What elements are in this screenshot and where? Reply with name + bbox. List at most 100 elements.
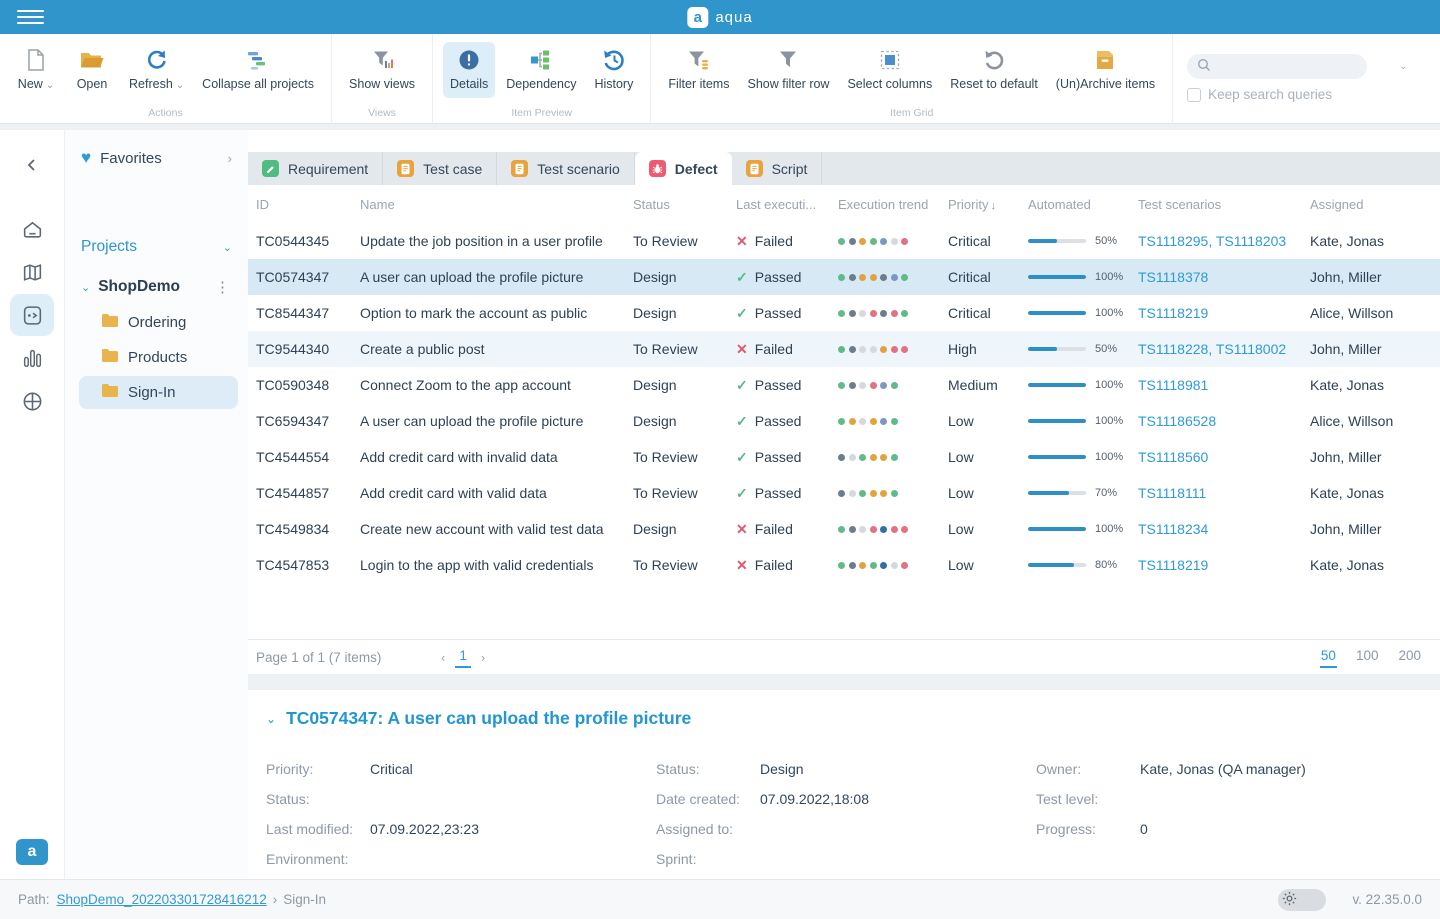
cell-automated: 50%	[1028, 235, 1138, 247]
column-header-id[interactable]: ID	[256, 197, 360, 212]
hamburger-menu-icon[interactable]	[0, 0, 60, 34]
test-scenario-link[interactable]: TS1118111	[1138, 485, 1206, 501]
project-chevron-down-icon[interactable]: ⌄	[81, 281, 90, 294]
search-input[interactable]	[1217, 59, 1393, 74]
history-button[interactable]: History	[587, 42, 640, 98]
favorites-chevron-right-icon[interactable]: ›	[228, 151, 236, 166]
detail-collapse-chevron-icon[interactable]: ⌄	[266, 712, 276, 726]
folder-item-sign-in[interactable]: Sign-In	[79, 376, 238, 409]
select-columns-button[interactable]: Select columns	[840, 42, 939, 98]
keep-search-queries-checkbox[interactable]	[1187, 88, 1201, 102]
column-header-status[interactable]: Status	[633, 197, 736, 212]
automated-progress-bar	[1028, 527, 1086, 531]
collapse-all-projects-button[interactable]: Collapse all projects	[195, 42, 321, 98]
dependency-button[interactable]: Dependency	[499, 42, 583, 98]
table-row[interactable]: TC4544554Add credit card with invalid da…	[248, 439, 1440, 475]
project-node-shopdemo[interactable]: ⌄ ShopDemo ⋮	[79, 274, 238, 300]
trend-dot	[838, 346, 845, 353]
tab-test-scenario[interactable]: Test scenario	[497, 152, 634, 185]
tab-script[interactable]: Script	[732, 152, 823, 185]
test-scenario-link[interactable]: TS1118560	[1138, 449, 1208, 465]
page-number[interactable]: 1	[455, 646, 471, 668]
test-scenario-link[interactable]: TS1118981	[1138, 377, 1208, 393]
new-button[interactable]: New⌄	[10, 42, 62, 98]
detail-column-3: Owner:Kate, Jonas (QA manager)Test level…	[1036, 759, 1422, 879]
test-scenario-link[interactable]: TS1118378	[1138, 269, 1208, 285]
execution-trend	[838, 490, 948, 497]
test-items-icon[interactable]	[10, 294, 54, 336]
column-header-execution-trend[interactable]: Execution trend	[838, 197, 948, 212]
tab-requirement[interactable]: Requirement	[248, 152, 383, 185]
column-header-test-scenarios[interactable]: Test scenarios	[1138, 197, 1310, 212]
un-archive-items-button[interactable]: (Un)Archive items	[1049, 42, 1162, 98]
collapse-sidebar-icon[interactable]	[10, 148, 54, 182]
column-header-last-executi[interactable]: Last executi...	[736, 197, 838, 212]
folder-item-products[interactable]: Products	[79, 341, 238, 374]
project-kebab-menu-icon[interactable]: ⋮	[209, 278, 236, 296]
projects-header[interactable]: Projects ⌄	[79, 234, 238, 260]
column-header-assigned[interactable]: Assigned	[1310, 197, 1440, 212]
test-scenario-link[interactable]: TS1118219	[1138, 557, 1208, 573]
automated-percent-label: 100%	[1095, 523, 1123, 535]
cell-priority: Low	[948, 485, 1028, 501]
test-scenario-link[interactable]: TS11186528	[1138, 413, 1216, 429]
reset-to-default-button[interactable]: Reset to default	[943, 42, 1045, 98]
search-box[interactable]: ⌄	[1187, 54, 1367, 79]
folder-item-ordering[interactable]: Ordering	[79, 306, 238, 339]
main-area: RequirementTest caseTest scenarioDefectS…	[248, 130, 1440, 879]
test-scenario-link[interactable]: TS1118219	[1138, 305, 1208, 321]
table-row[interactable]: TC9544340Create a public postTo Review✕F…	[248, 331, 1440, 367]
passed-check-icon: ✓	[736, 377, 748, 394]
table-row[interactable]: TC0590348Connect Zoom to the app account…	[248, 367, 1440, 403]
show-filter-row-button[interactable]: Show filter row	[740, 42, 836, 98]
left-rail: a	[0, 130, 65, 879]
column-header-name[interactable]: Name	[360, 197, 633, 212]
table-row[interactable]: TC8544347Option to mark the account as p…	[248, 295, 1440, 331]
show-views-button[interactable]: Show views	[342, 42, 422, 98]
column-header-priority[interactable]: Priority↓	[948, 197, 1028, 212]
details-button[interactable]: Details	[443, 42, 495, 98]
page-size-50[interactable]: 50	[1320, 646, 1337, 668]
button-label: Details	[450, 77, 488, 93]
field-value: Kate, Jonas (QA manager)	[1140, 759, 1306, 779]
home-icon[interactable]	[10, 208, 54, 250]
open-button[interactable]: Open	[66, 42, 118, 98]
cell-assigned: Kate, Jonas	[1310, 377, 1440, 393]
trend-dot	[849, 562, 856, 569]
test-scenario-link[interactable]: TS1118295, TS1118203	[1138, 233, 1286, 249]
favorites-item[interactable]: ♥ Favorites ›	[79, 144, 238, 172]
settings-toggle[interactable]	[1278, 889, 1326, 911]
cell-name: Login to the app with valid credentials	[360, 557, 633, 573]
table-row[interactable]: TC4544857Add credit card with valid data…	[248, 475, 1440, 511]
cell-test-scenarios: TS1118560	[1138, 449, 1310, 465]
table-row[interactable]: TC4549834Create new account with valid t…	[248, 511, 1440, 547]
execution-result-label: Passed	[755, 377, 802, 393]
table-row[interactable]: TC0544345Update the job position in a us…	[248, 223, 1440, 259]
search-dropdown-chevron-icon[interactable]: ⌄	[1399, 61, 1407, 72]
tab-test-case[interactable]: Test case	[383, 152, 497, 185]
tab-defect[interactable]: Defect	[635, 152, 732, 185]
next-page-icon[interactable]: ›	[471, 650, 495, 665]
page-size-200[interactable]: 200	[1397, 646, 1422, 668]
column-header-automated[interactable]: Automated	[1028, 197, 1138, 212]
trend-dot	[849, 382, 856, 389]
detail-header[interactable]: ⌄ TC0574347: A user can upload the profi…	[266, 708, 1422, 729]
projects-chevron-down-icon[interactable]: ⌄	[223, 241, 236, 254]
trend-dot	[859, 454, 866, 461]
table-row[interactable]: TC4547853Login to the app with valid cre…	[248, 547, 1440, 583]
test-scenario-link[interactable]: TS1118234	[1138, 521, 1208, 537]
dashboard-grid-icon[interactable]	[10, 380, 54, 422]
trend-dot	[838, 562, 845, 569]
map-icon[interactable]	[10, 251, 54, 293]
table-row[interactable]: TC0574347A user can upload the profile p…	[248, 259, 1440, 295]
aqua-rail-logo-icon[interactable]: a	[16, 839, 48, 865]
filter-items-button[interactable]: Filter items	[661, 42, 736, 98]
test-scenario-link[interactable]: TS1118228, TS1118002	[1138, 341, 1286, 357]
page-size-100[interactable]: 100	[1355, 646, 1380, 668]
cell-priority: Low	[948, 449, 1028, 465]
prev-page-icon[interactable]: ‹	[431, 650, 455, 665]
table-row[interactable]: TC6594347A user can upload the profile p…	[248, 403, 1440, 439]
reports-chart-icon[interactable]	[10, 337, 54, 379]
path-project-link[interactable]: ShopDemo_202203301728416212	[57, 892, 267, 907]
refresh-button[interactable]: Refresh⌄	[122, 42, 191, 98]
